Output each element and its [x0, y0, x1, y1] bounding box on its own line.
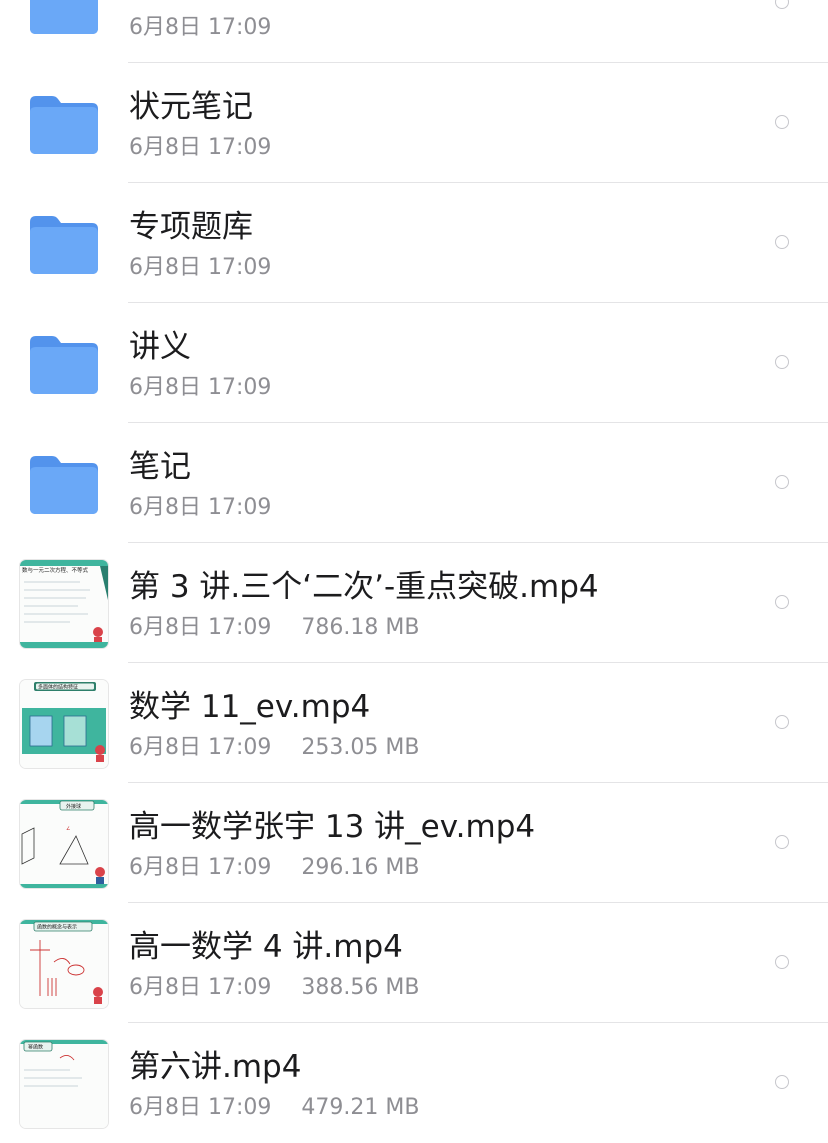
list-item[interactable]: 笔记 6月8日 17:09 — [0, 423, 828, 543]
select-circle-icon[interactable] — [775, 235, 789, 249]
item-date: 6月8日 17:09 — [129, 15, 272, 40]
item-size: 253.05 MB — [301, 735, 420, 760]
item-date: 6月8日 17:09 — [129, 855, 272, 880]
item-date: 6月8日 17:09 — [129, 495, 272, 520]
select-circle-icon[interactable] — [775, 475, 789, 489]
item-meta: 6月8日 17:09 — [129, 493, 271, 523]
select-circle-icon[interactable] — [775, 1075, 789, 1089]
item-meta: 6月8日 17:09 — [129, 373, 271, 403]
list-item[interactable]: 多面体的结构特征 数学 11_ev.mp4 6月8日 17:09 253.05 M… — [0, 663, 828, 783]
item-title: 数学 11_ev.mp4 — [129, 689, 371, 725]
item-date: 6月8日 17:09 — [129, 255, 272, 280]
select-circle-icon[interactable] — [775, 0, 789, 9]
item-meta: 6月8日 17:09 786.18 MB — [129, 613, 419, 643]
folder-icon — [30, 336, 98, 394]
item-meta: 6月8日 17:09 296.16 MB — [129, 853, 419, 883]
video-thumbnail: 多面体的结构特征 — [20, 680, 108, 768]
select-circle-icon[interactable] — [775, 835, 789, 849]
item-date: 6月8日 17:09 — [129, 975, 272, 1000]
item-size: 479.21 MB — [301, 1095, 420, 1120]
item-size: 296.16 MB — [301, 855, 420, 880]
item-date: 6月8日 17:09 — [129, 135, 272, 160]
video-thumbnail: 函数的概念与表示 — [20, 920, 108, 1008]
thumbnail-caption: 函数的概念与表示 — [37, 924, 77, 931]
thumbnail-caption: 多面体的结构特征 — [38, 684, 78, 691]
item-size: 786.18 MB — [301, 615, 420, 640]
video-thumbnail: 幂函数 — [20, 1040, 108, 1128]
item-size: 388.56 MB — [301, 975, 420, 1000]
item-meta: 6月8日 17:09 388.56 MB — [129, 973, 419, 1003]
item-title: 状元笔记 — [129, 89, 253, 125]
item-meta: 6月8日 17:09 — [129, 253, 271, 283]
item-title: 高一数学 4 讲.mp4 — [129, 929, 403, 965]
list-item[interactable]: 专项题库 6月8日 17:09 — [0, 183, 828, 303]
item-date: 6月8日 17:09 — [129, 735, 272, 760]
list-item[interactable]: 6月8日 17:09 — [0, 0, 828, 63]
select-circle-icon[interactable] — [775, 355, 789, 369]
folder-icon — [30, 0, 98, 34]
thumbnail-caption: 幂函数 — [28, 1044, 43, 1051]
list-item[interactable]: 数与一元二次方程、不等式 第 3 讲.三个‘二次’-重点突破.mp4 6月8日 … — [0, 543, 828, 663]
item-date: 6月8日 17:09 — [129, 375, 272, 400]
item-meta: 6月8日 17:09 — [129, 133, 271, 163]
list-item[interactable]: 幂函数 第六讲.mp4 6月8日 17:09 479.21 MB — [0, 1023, 828, 1143]
item-title: 第六讲.mp4 — [129, 1049, 302, 1085]
folder-icon — [30, 456, 98, 514]
svg-text:∠: ∠ — [66, 826, 70, 832]
video-thumbnail: 数与一元二次方程、不等式 — [20, 560, 108, 648]
item-title: 专项题库 — [129, 209, 253, 245]
item-title: 讲义 — [129, 329, 191, 365]
item-date: 6月8日 17:09 — [129, 615, 272, 640]
item-meta: 6月8日 17:09 253.05 MB — [129, 733, 419, 763]
item-date: 6月8日 17:09 — [129, 1095, 272, 1120]
thumbnail-caption: 外接球 — [66, 803, 81, 810]
folder-icon — [30, 216, 98, 274]
list-item[interactable]: 外接球 ∠ 高一数学张宇 13 讲_ev.mp4 6月8日 17:09 296.1… — [0, 783, 828, 903]
select-circle-icon[interactable] — [775, 955, 789, 969]
item-title: 笔记 — [129, 449, 191, 485]
list-item[interactable]: 讲义 6月8日 17:09 — [0, 303, 828, 423]
thumbnail-caption: 数与一元二次方程、不等式 — [22, 566, 89, 574]
item-title: 高一数学张宇 13 讲_ev.mp4 — [129, 809, 536, 845]
item-meta: 6月8日 17:09 479.21 MB — [129, 1093, 419, 1123]
video-thumbnail: 外接球 ∠ — [20, 800, 108, 888]
select-circle-icon[interactable] — [775, 595, 789, 609]
list-item[interactable]: 状元笔记 6月8日 17:09 — [0, 63, 828, 183]
folder-icon — [30, 96, 98, 154]
item-title: 第 3 讲.三个‘二次’-重点突破.mp4 — [129, 569, 599, 605]
select-circle-icon[interactable] — [775, 115, 789, 129]
select-circle-icon[interactable] — [775, 715, 789, 729]
list-item[interactable]: 函数的概念与表示 高一数学 4 讲.mp4 6月8日 17:09 388.56 M… — [0, 903, 828, 1023]
item-meta: 6月8日 17:09 — [129, 13, 271, 43]
